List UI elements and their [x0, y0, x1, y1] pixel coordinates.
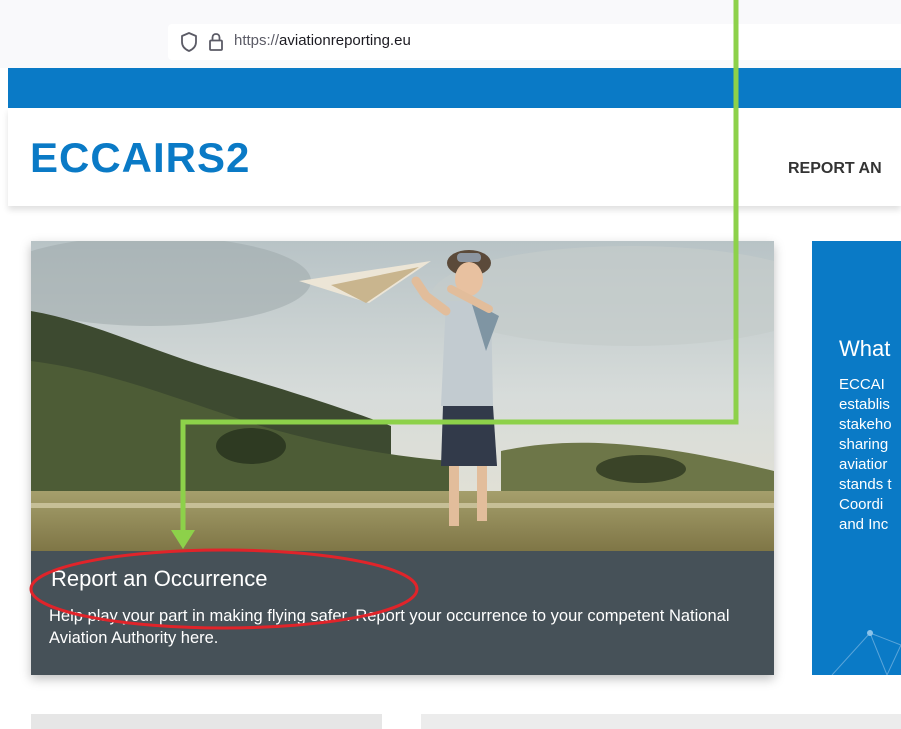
side-line: stands t	[839, 476, 892, 493]
side-card-title: What	[839, 336, 891, 361]
card-description: Help play your part in making flying saf…	[49, 607, 730, 647]
hero-image	[31, 241, 774, 551]
address-bar[interactable]: https://aviationreporting.eu	[168, 24, 901, 60]
card-caption: Report an Occurrence Help play your part…	[31, 551, 774, 675]
top-blue-band	[8, 68, 901, 108]
url-scheme: https://	[234, 32, 280, 49]
side-line: stakeho	[839, 416, 892, 433]
side-line: Coordi	[839, 496, 884, 513]
bottom-card-right	[421, 714, 901, 729]
lock-icon[interactable]	[208, 32, 224, 57]
report-occurrence-card[interactable]: Report an Occurrence Help play your part…	[31, 241, 774, 675]
card-title[interactable]: Report an Occurrence	[51, 566, 267, 592]
site-header: ECCAIRS2 REPORT AN	[8, 108, 901, 206]
side-line: and Inc	[839, 516, 889, 533]
what-is-card[interactable]: What ECCAI establis stakeho sharing avia…	[812, 241, 901, 675]
browser-toolbar: https://aviationreporting.eu	[0, 0, 901, 68]
url-host: aviationreporting.eu	[279, 32, 411, 49]
side-line: sharing	[839, 436, 889, 453]
url-text[interactable]: https://aviationreporting.eu	[234, 32, 411, 49]
nav-report-link[interactable]: REPORT AN	[788, 160, 882, 178]
side-line: ECCAI	[839, 376, 885, 393]
browser-page: https://aviationreporting.eu ECCAIRS2 RE…	[0, 0, 901, 729]
shield-icon[interactable]	[180, 32, 198, 57]
bottom-card-left	[31, 714, 382, 729]
side-card-text: ECCAI establis stakeho sharing aviatior …	[839, 375, 892, 535]
side-line: aviatior	[839, 456, 888, 473]
eccairs-logo[interactable]: ECCAIRS2	[30, 134, 250, 182]
side-line: establis	[839, 396, 890, 413]
network-graphic	[831, 630, 901, 675]
